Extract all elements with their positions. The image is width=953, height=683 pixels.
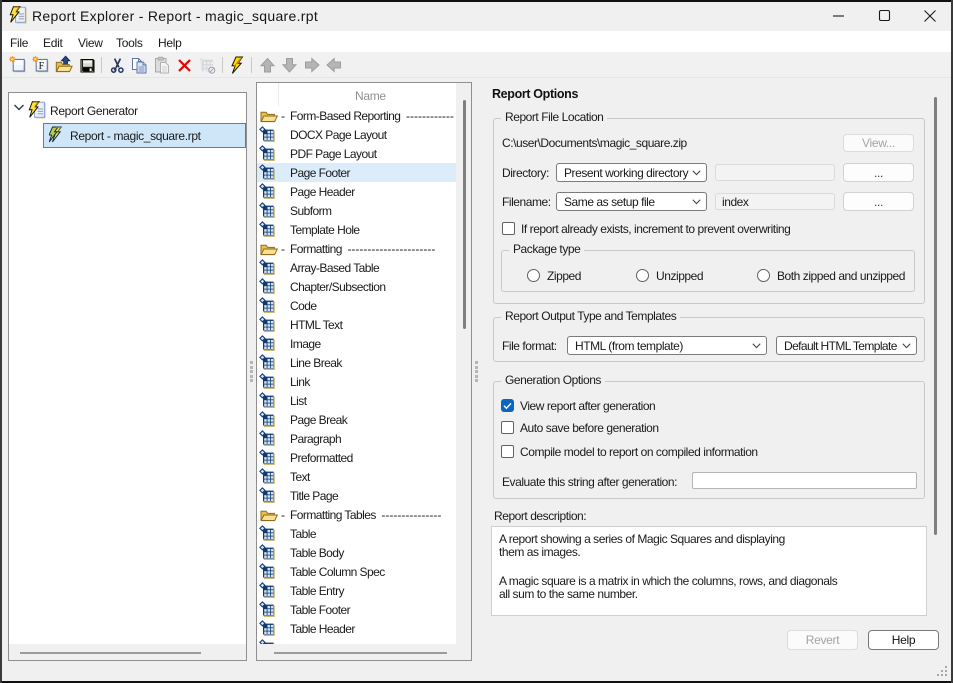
svg-text:F: F — [39, 61, 45, 72]
